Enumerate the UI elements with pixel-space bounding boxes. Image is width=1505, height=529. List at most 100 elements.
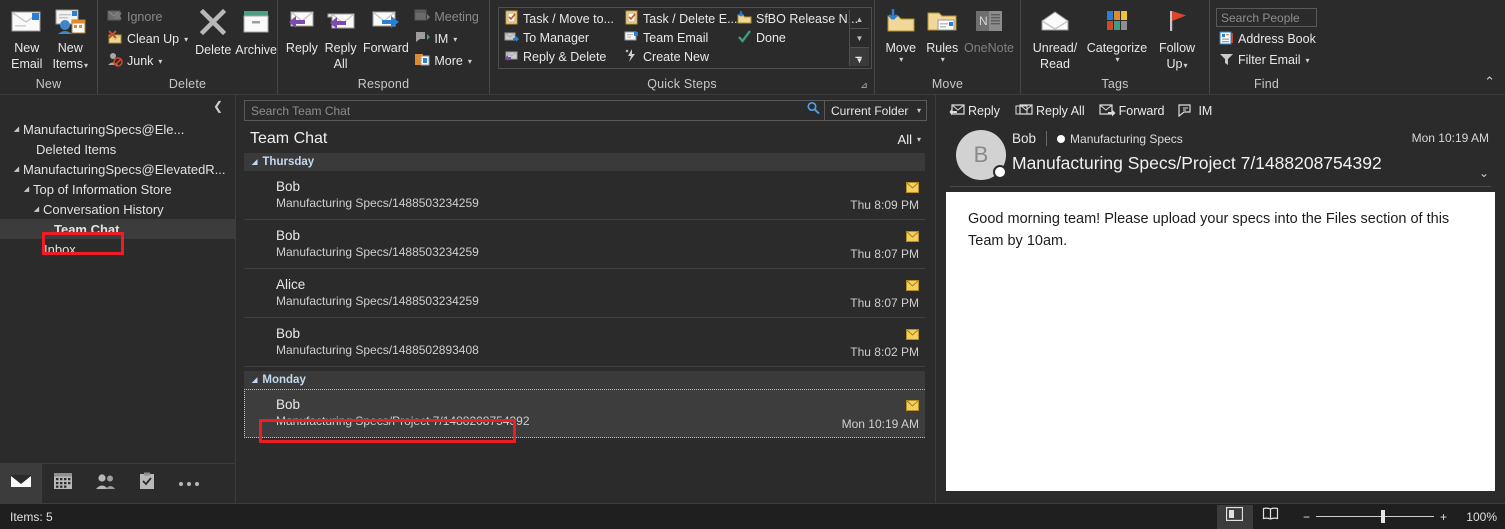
folder-row-deleted-items[interactable]: ◢ Deleted Items (0, 139, 235, 159)
sender-name[interactable]: Bob (1012, 131, 1036, 146)
ribbon-group-delete-title: Delete (168, 77, 207, 91)
quick-steps-scroll-down-button[interactable]: ▼ (850, 29, 869, 48)
search-input[interactable]: Search Team Chat (244, 100, 825, 121)
expander-icon[interactable]: ◢ (10, 125, 23, 133)
reading-forward-button[interactable]: Forward (1099, 103, 1164, 120)
quick-step-label: Task / Move to... (523, 12, 615, 27)
unread-read-button[interactable]: Unread/ Read (1028, 5, 1082, 71)
module-button-tasks[interactable] (126, 464, 168, 504)
rules-button[interactable]: Rules ▾ (922, 5, 961, 64)
ignore-button[interactable]: Ignore (104, 7, 191, 27)
search-icon (806, 101, 820, 120)
quick-steps-more-button[interactable]: ▁ ▼ (850, 48, 869, 66)
folder-row-top-of-information-store[interactable]: ◢ Top of Information Store (0, 179, 235, 199)
ribbon: New Email New Items▾ New Ignore Clean Up… (0, 0, 1505, 95)
normal-view-button[interactable] (1216, 504, 1253, 529)
categorize-button[interactable]: Categorize ▾ (1084, 5, 1150, 64)
message-row-selected[interactable]: Bob Manufacturing Specs/Project 7/148820… (244, 389, 933, 438)
dialog-launcher-icon[interactable]: ⊿ (860, 78, 868, 93)
quick-step-task-delete-email[interactable]: Task / Delete E... (621, 10, 737, 29)
folder-row-manufacturingspecs-ele[interactable]: ◢ ManufacturingSpecs@Ele... (0, 119, 235, 139)
more-button[interactable]: More ▾ (411, 51, 483, 71)
module-button-more[interactable] (168, 464, 210, 504)
expander-icon[interactable]: ◢ (10, 165, 23, 173)
delete-button[interactable]: Delete (195, 5, 231, 57)
group-header-thursday[interactable]: ◢ Thursday (244, 153, 933, 171)
collapse-folder-pane-button[interactable]: ❮ (0, 95, 235, 117)
search-scope-dropdown[interactable]: Current Folder ▾ (825, 100, 927, 121)
message-time: Thu 8:09 PM (850, 198, 919, 212)
collapse-group-icon[interactable]: ◢ (252, 376, 257, 384)
folder-label: Conversation History (43, 201, 164, 217)
folder-row-team-chat[interactable]: Team Chat (0, 219, 235, 239)
im-button[interactable]: IM ▾ (411, 29, 483, 49)
module-button-mail[interactable] (0, 463, 42, 504)
quick-step-to-manager[interactable]: To Manager (501, 29, 621, 48)
message-list: ◢ Thursday Bob Manufacturing Specs/14885… (236, 153, 935, 503)
reply-button[interactable]: Reply (284, 5, 320, 55)
move-button[interactable]: Move ▾ (881, 5, 920, 64)
module-button-people[interactable] (84, 464, 126, 504)
new-items-label-line1: New (57, 41, 83, 55)
reading-view-button[interactable] (1253, 505, 1289, 529)
zoom-in-button[interactable]: + (1440, 510, 1447, 524)
quick-step-create-new[interactable]: Create New (621, 47, 734, 66)
ribbon-group-delete: Ignore Clean Up ▾ Junk ▾ Delete Archive … (97, 0, 277, 94)
new-items-button[interactable]: New Items▾ (50, 5, 92, 73)
folder-label: Inbox (44, 241, 76, 257)
list-filter-dropdown[interactable]: All ▾ (898, 132, 921, 147)
junk-button[interactable]: Junk ▾ (104, 51, 191, 71)
reading-reply-button[interactable]: Reply (948, 103, 1000, 120)
new-email-button[interactable]: New Email (6, 5, 48, 71)
expand-header-button[interactable]: ⌄ (1479, 166, 1489, 180)
new-items-label-line2: Items▾ (52, 57, 89, 71)
collapse-group-icon[interactable]: ◢ (252, 158, 257, 166)
folder-row-inbox[interactable]: Inbox (0, 239, 235, 259)
onenote-button[interactable]: N OneNote (964, 5, 1014, 55)
message-row[interactable]: Alice Manufacturing Specs/1488503234259 … (244, 269, 933, 318)
quick-step-done[interactable]: Done (734, 29, 849, 48)
expander-icon[interactable]: ◢ (20, 185, 33, 193)
zoom-out-button[interactable]: − (1303, 510, 1310, 524)
address-book-button[interactable]: Address Book (1216, 30, 1317, 48)
im-icon (1178, 103, 1195, 120)
quick-step-team-email[interactable]: Team Email (621, 29, 734, 48)
reply-all-button[interactable]: Reply All (321, 5, 361, 71)
message-row[interactable]: Bob Manufacturing Specs/1488503234259 Th… (244, 220, 933, 269)
zoom-slider-thumb[interactable] (1380, 510, 1385, 523)
folder-row-conversation-history[interactable]: ◢ Conversation History (0, 199, 235, 219)
follow-up-button[interactable]: Follow Up▾ (1152, 5, 1202, 73)
archive-button[interactable]: Archive (235, 5, 277, 57)
unread-envelope-icon (906, 327, 919, 345)
message-list-scrollbar[interactable] (925, 153, 934, 503)
filter-email-button[interactable]: Filter Email ▾ (1216, 51, 1317, 69)
chevron-down-icon: ▾ (940, 55, 945, 64)
folder-row-manufacturingspecs-elevatedr[interactable]: ◢ ManufacturingSpecs@ElevatedR... (0, 159, 235, 179)
meeting-button[interactable]: Meeting (411, 7, 483, 27)
search-people-input[interactable]: Search People (1216, 8, 1317, 27)
quick-step-reply-delete[interactable]: Reply & Delete (501, 47, 621, 66)
clean-up-button[interactable]: Clean Up ▾ (104, 29, 191, 49)
quick-step-task-move-to[interactable]: Task / Move to... (501, 10, 621, 29)
collapse-ribbon-button[interactable]: ⌃ (1484, 74, 1495, 90)
quick-steps-scroll-up-button[interactable]: ▲ (850, 10, 869, 29)
forward-button[interactable]: Forward (361, 5, 410, 55)
avatar[interactable]: B (956, 130, 1007, 180)
message-sender: Bob (276, 326, 301, 341)
message-time: Thu 8:02 PM (850, 345, 919, 359)
message-subject: Manufacturing Specs/1488503234259 (276, 196, 479, 210)
group-header-monday[interactable]: ◢ Monday (244, 371, 933, 389)
reading-im-button[interactable]: IM (1178, 103, 1212, 120)
avatar-container: B (950, 127, 1012, 180)
reading-pane-icon (1226, 506, 1244, 526)
expander-icon[interactable]: ◢ (30, 205, 43, 213)
zoom-slider[interactable] (1315, 510, 1434, 523)
message-row[interactable]: Bob Manufacturing Specs/1488503234259 Th… (244, 171, 933, 220)
zoom-level-label[interactable]: 100% (1453, 510, 1497, 524)
reading-reply-label: Reply (968, 104, 1000, 118)
quick-step-sfbo-release-notes[interactable]: SfBO Release N... (734, 10, 858, 29)
reading-reply-all-button[interactable]: Reply All (1014, 103, 1085, 120)
recipient[interactable]: Manufacturing Specs (1057, 132, 1183, 146)
message-row[interactable]: Bob Manufacturing Specs/1488502893408 Th… (244, 318, 933, 367)
module-button-calendar[interactable] (42, 464, 84, 504)
